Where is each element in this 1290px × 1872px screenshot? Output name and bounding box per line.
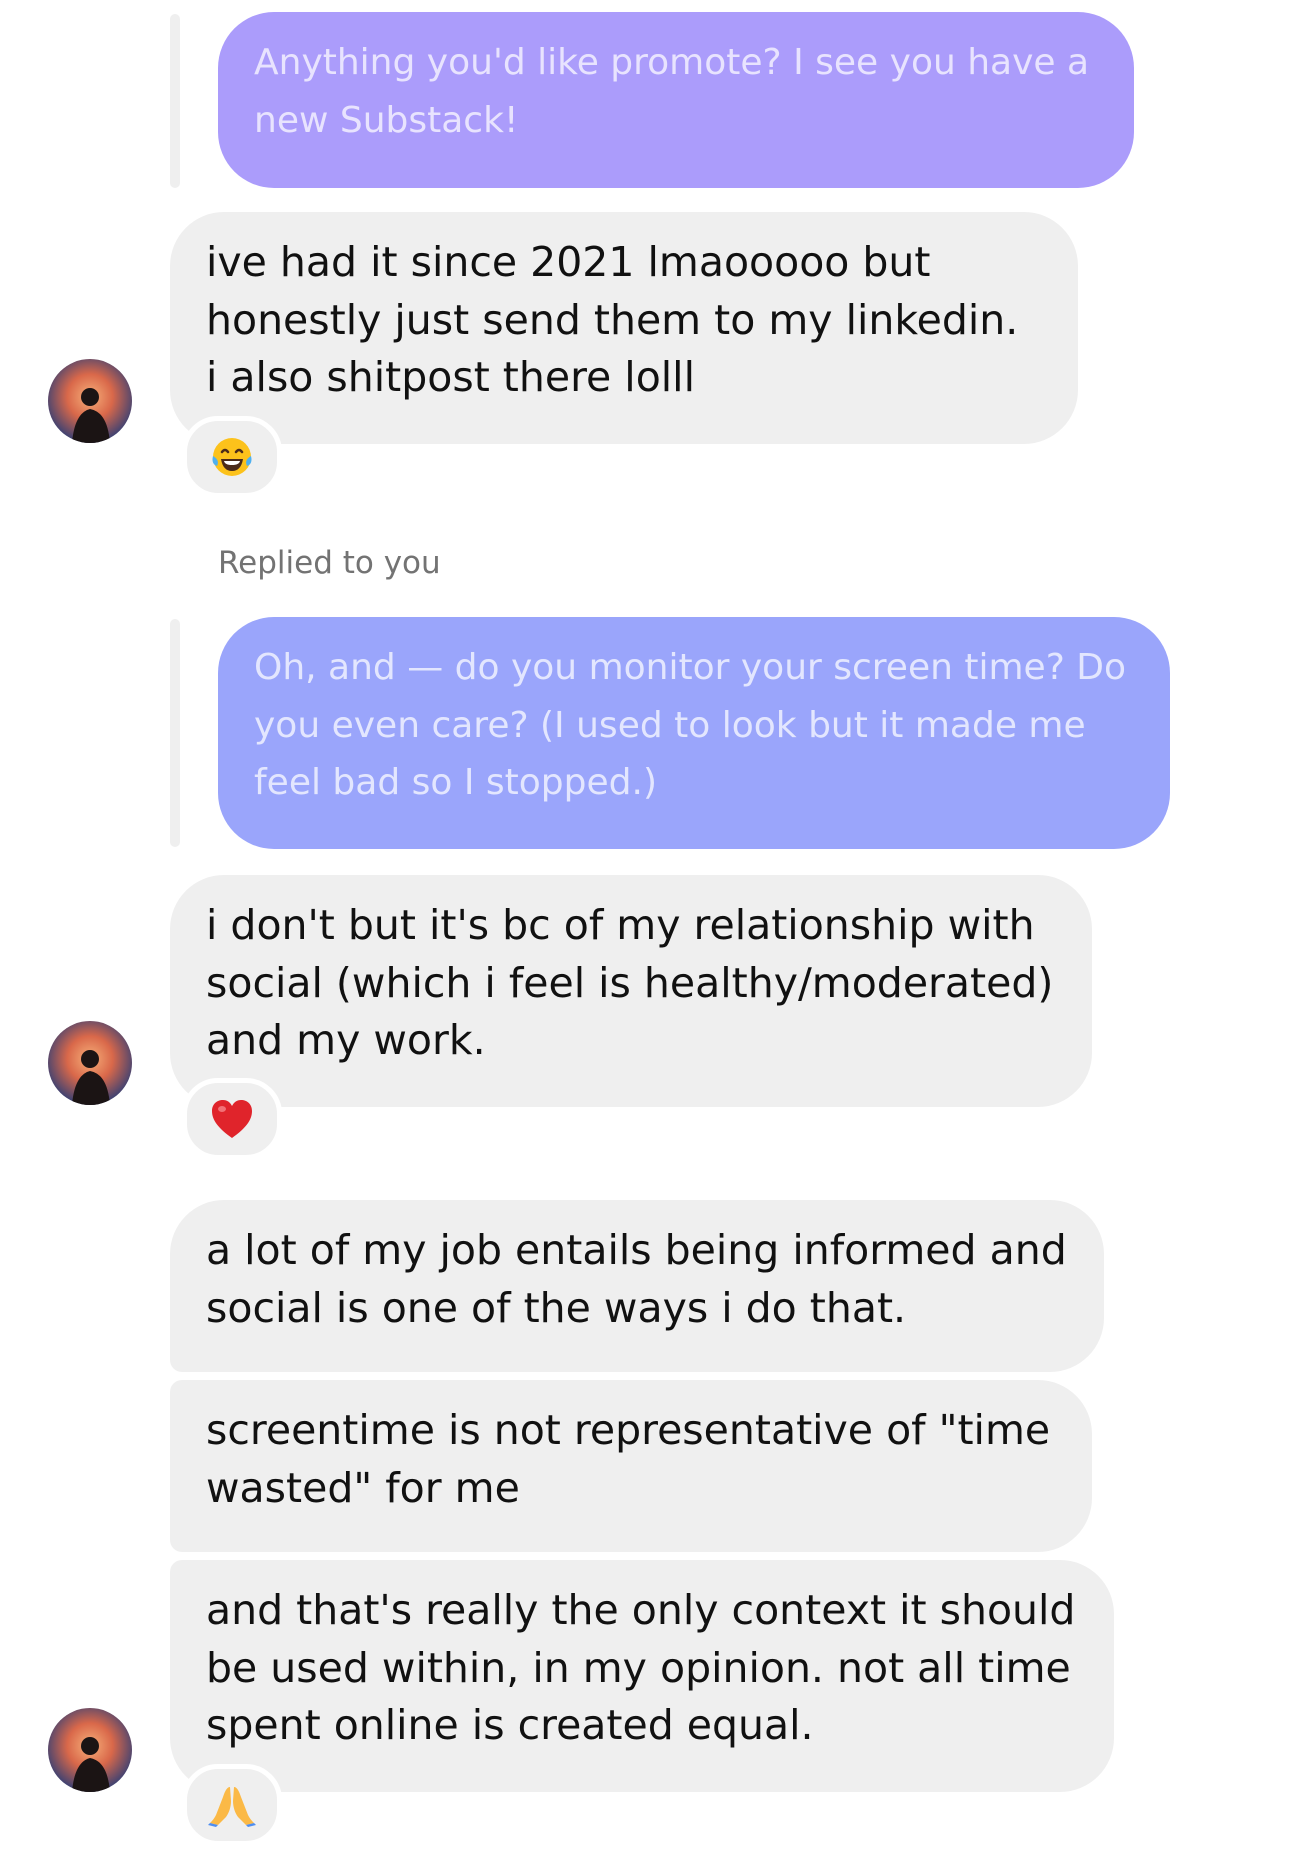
avatar-image (48, 1708, 132, 1792)
red-heart-emoji-icon (212, 1100, 252, 1138)
laughing-tears-emoji-icon (212, 438, 252, 476)
incoming-message-bubble[interactable]: screentime is not representative of "tim… (170, 1380, 1092, 1552)
sender-avatar[interactable] (48, 1021, 132, 1105)
avatar-image (48, 359, 132, 443)
incoming-message-bubble[interactable]: and that's really the only context it sh… (170, 1560, 1114, 1792)
folded-hands-emoji-icon (208, 1787, 256, 1827)
incoming-message-bubble[interactable]: ive had it since 2021 lmaooooo but hones… (170, 212, 1078, 444)
reply-indicator-line (170, 14, 180, 188)
message-reaction[interactable] (182, 1764, 282, 1846)
chat-thread: Anything you'd like promote? I see you h… (0, 0, 1290, 1872)
incoming-message-bubble[interactable]: i don't but it's bc of my relationship w… (170, 875, 1092, 1107)
quoted-message[interactable]: Oh, and — do you monitor your screen tim… (218, 617, 1170, 849)
message-reaction[interactable] (182, 416, 282, 498)
reply-indicator-line (170, 619, 180, 847)
avatar-image (48, 1021, 132, 1105)
replied-to-you-label: Replied to you (218, 545, 441, 581)
sender-avatar[interactable] (48, 1708, 132, 1792)
message-reaction[interactable] (182, 1078, 282, 1160)
quoted-message[interactable]: Anything you'd like promote? I see you h… (218, 12, 1134, 188)
sender-avatar[interactable] (48, 359, 132, 443)
incoming-message-bubble[interactable]: a lot of my job entails being informed a… (170, 1200, 1104, 1372)
